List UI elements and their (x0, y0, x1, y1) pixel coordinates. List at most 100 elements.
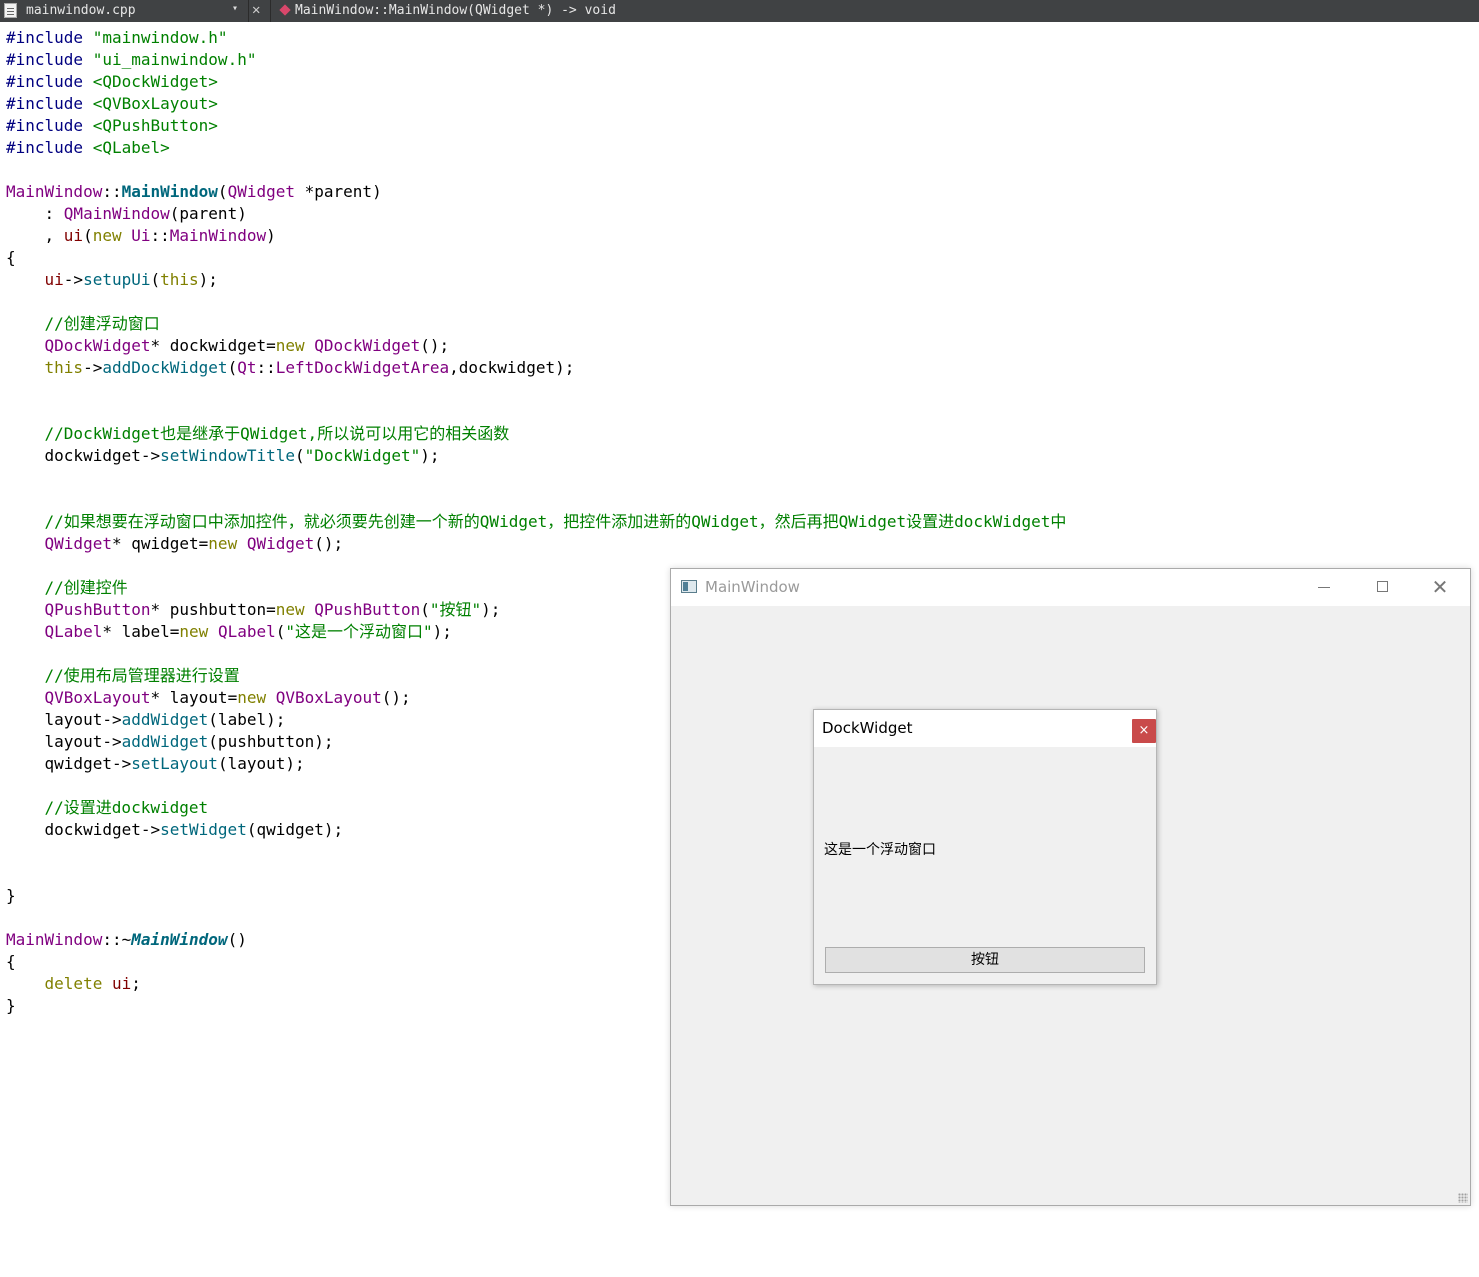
code-token: (pushbutton); (208, 732, 334, 751)
code-token: ( (275, 622, 286, 641)
code-token: ; (131, 974, 141, 993)
code-line[interactable]: #include <QPushButton> (6, 115, 218, 137)
code-line[interactable]: } (6, 885, 16, 907)
chevron-down-icon[interactable]: ▾ (232, 3, 238, 14)
code-token: addWidget (121, 710, 209, 729)
close-document-button[interactable]: ✕ (252, 2, 260, 18)
symbol-selector[interactable]: MainWindow::MainWindow(QWidget *) -> voi… (295, 3, 616, 18)
code-line[interactable]: dockwidget->setWindowTitle("DockWidget")… (6, 445, 440, 467)
code-token: , (6, 226, 64, 245)
code-token: addWidget (121, 732, 209, 751)
code-line[interactable]: MainWindow::~MainWindow() (6, 929, 247, 951)
code-token: //DockWidget也是继承于QWidget,所以说可以用它的相关函数 (44, 424, 510, 443)
dock-label: 这是一个浮动窗口 (824, 842, 936, 858)
code-token: QWidget (44, 534, 112, 553)
code-line[interactable]: //创建控件 (6, 577, 128, 599)
code-token: //创建控件 (44, 578, 128, 597)
code-token: QWidget (227, 182, 295, 201)
code-line[interactable]: delete ui; (6, 973, 141, 995)
code-line[interactable]: QPushButton* pushbutton=new QPushButton(… (6, 599, 501, 621)
code-line[interactable]: QDockWidget* dockwidget=new QDockWidget(… (6, 335, 450, 357)
minimize-button[interactable] (1295, 569, 1353, 606)
code-token: ); (432, 622, 452, 641)
code-token: :: (256, 358, 276, 377)
code-token: this (44, 358, 84, 377)
code-line[interactable]: this->addDockWidget(Qt::LeftDockWidgetAr… (6, 357, 575, 379)
open-file-selector[interactable]: mainwindow.cpp (26, 3, 136, 18)
code-token: ); (198, 270, 218, 289)
code-token: QDockWidget (44, 336, 151, 355)
resize-grip-icon[interactable] (1458, 1193, 1468, 1203)
code-line[interactable]: #include "mainwindow.h" (6, 27, 228, 49)
code-token: "按钮" (429, 600, 482, 619)
dock-widget-title: DockWidget (822, 719, 913, 737)
code-token: "ui_mainwindow.h" (92, 50, 257, 69)
code-line[interactable]: #include <QLabel> (6, 137, 170, 159)
file-icon (4, 3, 17, 18)
code-token: { (6, 952, 16, 971)
code-line[interactable]: layout->addWidget(pushbutton); (6, 731, 334, 753)
code-line[interactable]: qwidget->setLayout(layout); (6, 753, 305, 775)
code-line[interactable]: QVBoxLayout* layout=new QVBoxLayout(); (6, 687, 411, 709)
code-token: new (92, 226, 122, 245)
maximize-button[interactable] (1353, 569, 1411, 606)
code-token: addDockWidget (102, 358, 228, 377)
code-line[interactable]: : QMainWindow(parent) (6, 203, 247, 225)
dock-push-button[interactable]: 按钮 (825, 947, 1145, 973)
code-token: -> (63, 270, 84, 289)
code-token: MainWindow (131, 930, 228, 949)
maximize-icon (1377, 581, 1388, 592)
code-token: <QDockWidget> (92, 72, 218, 91)
code-line[interactable]: //如果想要在浮动窗口中添加控件，就必须要先创建一个新的QWidget，把控件添… (6, 511, 1067, 533)
code-line[interactable]: //创建浮动窗口 (6, 313, 160, 335)
code-token: } (6, 996, 16, 1015)
code-token: ui (63, 226, 84, 245)
code-line[interactable]: //使用布局管理器进行设置 (6, 665, 240, 687)
code-token: new (179, 622, 209, 641)
code-line[interactable]: ui->setupUi(this); (6, 269, 218, 291)
code-token: QPushButton (44, 600, 151, 619)
code-line[interactable]: #include <QDockWidget> (6, 71, 218, 93)
main-window-title: MainWindow (705, 578, 800, 596)
code-token: * qwidget= (111, 534, 209, 553)
code-line[interactable]: MainWindow::MainWindow(QWidget *parent) (6, 181, 382, 203)
code-line[interactable]: #include "ui_mainwindow.h" (6, 49, 256, 71)
code-line[interactable]: } (6, 995, 16, 1017)
dock-widget-titlebar[interactable]: DockWidget × (814, 710, 1156, 747)
code-token: ( (227, 358, 238, 377)
code-token: QMainWindow (63, 204, 170, 223)
code-line[interactable]: { (6, 247, 16, 269)
code-line[interactable]: { (6, 951, 16, 973)
dock-close-button[interactable]: × (1132, 719, 1156, 743)
code-token: //使用布局管理器进行设置 (44, 666, 240, 685)
code-line[interactable]: , ui(new Ui::MainWindow) (6, 225, 276, 247)
code-token: new (275, 600, 305, 619)
dock-widget[interactable]: DockWidget × 这是一个浮动窗口 按钮 (813, 709, 1157, 985)
code-line[interactable]: //DockWidget也是继承于QWidget,所以说可以用它的相关函数 (6, 423, 510, 445)
code-line[interactable]: #include <QVBoxLayout> (6, 93, 218, 115)
code-token: ( (217, 182, 228, 201)
main-window-titlebar[interactable]: MainWindow ✕ (671, 569, 1470, 606)
code-token: (label); (208, 710, 286, 729)
app-window-icon (681, 580, 697, 593)
code-token: ( (150, 270, 161, 289)
code-line[interactable]: dockwidget->setWidget(qwidget); (6, 819, 344, 841)
code-token: LeftDockWidgetArea (275, 358, 450, 377)
code-line[interactable]: QWidget* qwidget=new QWidget(); (6, 533, 344, 555)
code-token: QWidget (246, 534, 315, 553)
close-window-button[interactable]: ✕ (1411, 569, 1469, 606)
function-symbol-icon (279, 4, 291, 16)
code-line[interactable]: layout->addWidget(label); (6, 709, 286, 731)
code-line[interactable]: //设置进dockwidget (6, 797, 209, 819)
code-line[interactable]: QLabel* label=new QLabel("这是一个浮动窗口"); (6, 621, 452, 643)
code-token: ui (111, 974, 132, 993)
